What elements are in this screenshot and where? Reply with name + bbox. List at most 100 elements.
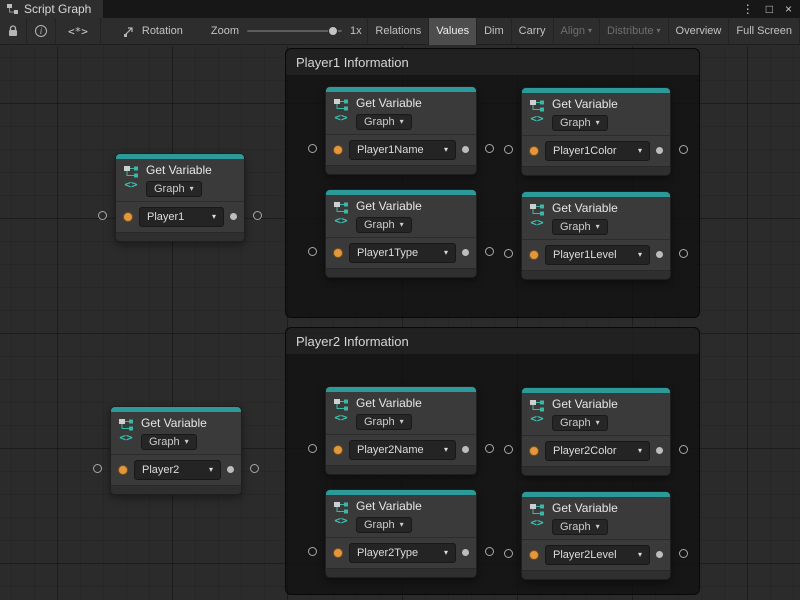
chevron-down-icon: ▾ <box>638 147 642 155</box>
node-get-variable-player2color[interactable]: <> Get Variable Graph ▾ Player2Color ▾ <box>521 387 671 476</box>
close-button[interactable]: × <box>785 0 792 18</box>
node-get-variable-player1[interactable]: <> Get Variable Graph ▾ Player1 ▾ <box>115 153 245 242</box>
chevron-down-icon: ▾ <box>444 549 448 557</box>
variable-dropdown[interactable]: Player2Color ▾ <box>545 441 650 461</box>
node-get-variable-player1level[interactable]: <> Get Variable Graph ▾ Player1Level ▾ <box>521 191 671 280</box>
node-title: Get Variable <box>552 502 618 516</box>
toolbar-button-values[interactable]: Values <box>429 18 477 45</box>
lock-button[interactable] <box>0 18 27 45</box>
maximize-button[interactable]: □ <box>766 0 773 18</box>
node-get-variable-player1type[interactable]: <> Get Variable Graph ▾ Player1Type ▾ <box>325 189 477 278</box>
graph-kind-dropdown[interactable]: Graph ▾ <box>356 217 412 233</box>
button-label: Align <box>561 25 585 37</box>
toolbar-button-align[interactable]: Align ▾ <box>554 18 600 45</box>
toolbar-button-fullscreen[interactable]: Full Screen <box>729 18 800 45</box>
output-port[interactable] <box>253 211 262 220</box>
graph-kind-dropdown[interactable]: Graph ▾ <box>141 434 197 450</box>
output-port[interactable] <box>485 247 494 256</box>
zoom-slider-knob[interactable] <box>328 26 338 36</box>
toolbar-button-overview[interactable]: Overview <box>669 18 730 45</box>
variable-dropdown[interactable]: Player1Level ▾ <box>545 245 650 265</box>
output-port[interactable] <box>679 249 688 258</box>
input-port[interactable] <box>308 144 317 153</box>
input-port[interactable] <box>93 464 102 473</box>
variable-dropdown[interactable]: Player2Level ▾ <box>545 545 650 565</box>
graph-toolbar: i <*> Rotation Zoom 1x Relations Values <box>0 18 800 45</box>
node-footer <box>326 165 476 174</box>
input-port[interactable] <box>308 547 317 556</box>
graph-kind-dropdown[interactable]: Graph ▾ <box>552 519 608 535</box>
graph-kind-dropdown[interactable]: Graph ▾ <box>356 114 412 130</box>
node-get-variable-player1color[interactable]: <> Get Variable Graph ▾ Player1Color ▾ <box>521 87 671 176</box>
node-footer <box>326 465 476 474</box>
zoom-slider[interactable] <box>247 30 342 32</box>
input-port[interactable] <box>504 145 513 154</box>
input-port[interactable] <box>504 549 513 558</box>
kind-label: Graph <box>560 417 591 429</box>
variable-dropdown[interactable]: Player2Type ▾ <box>349 543 456 563</box>
graph-kind-dropdown[interactable]: Graph ▾ <box>552 415 608 431</box>
script-graph-icon <box>6 3 19 15</box>
toolbar-button-distribute[interactable]: Distribute ▾ <box>600 18 668 45</box>
node-title: Get Variable <box>356 397 422 411</box>
input-port[interactable] <box>504 445 513 454</box>
graph-code-icon: <> <box>530 113 543 125</box>
rotation-icon <box>123 25 136 37</box>
graph-kind-dropdown[interactable]: Graph ▾ <box>356 517 412 533</box>
node-footer <box>522 570 670 579</box>
output-port[interactable] <box>679 445 688 454</box>
output-port[interactable] <box>250 464 259 473</box>
name-port-dot <box>529 446 539 456</box>
variable-dropdown[interactable]: Player2Name ▾ <box>349 440 456 460</box>
value-port-dot <box>462 146 469 153</box>
more-menu-button[interactable]: ⋮ <box>742 0 754 18</box>
input-port[interactable] <box>308 444 317 453</box>
variable-dropdown[interactable]: Player1Color ▾ <box>545 141 650 161</box>
toolbar-button-relations[interactable]: Relations <box>368 18 429 45</box>
kind-label: Graph <box>364 519 395 531</box>
graph-code-icon: <> <box>530 517 543 529</box>
rotation-control[interactable]: Rotation <box>123 25 183 37</box>
zoom-label: Zoom <box>211 25 239 37</box>
node-get-variable-player2type[interactable]: <> Get Variable Graph ▾ Player2Type ▾ <box>325 489 477 578</box>
variable-dropdown[interactable]: Player1Name ▾ <box>349 140 456 160</box>
chevron-down-icon: ▾ <box>596 119 600 127</box>
graph-kind-dropdown[interactable]: Graph ▾ <box>552 115 608 131</box>
node-get-variable-player2name[interactable]: <> Get Variable Graph ▾ Player2Name ▾ <box>325 386 477 475</box>
toolbar-button-carry[interactable]: Carry <box>512 18 554 45</box>
variable-dropdown[interactable]: Player2 ▾ <box>134 460 221 480</box>
output-port[interactable] <box>485 144 494 153</box>
node-footer <box>326 568 476 577</box>
name-port-dot <box>529 550 539 560</box>
group-header[interactable]: Player1 Information <box>286 49 699 76</box>
node-get-variable-player2level[interactable]: <> Get Variable Graph ▾ Player2Level ▾ <box>521 491 671 580</box>
name-port-dot <box>333 548 343 558</box>
node-title: Get Variable <box>552 202 618 216</box>
graph-canvas[interactable]: Player1 Information Player2 Information <box>0 46 800 600</box>
info-button[interactable]: i <box>27 18 56 45</box>
tab-script-graph[interactable]: Script Graph <box>0 0 103 18</box>
graph-code-icon: <> <box>119 432 132 444</box>
node-get-variable-player2[interactable]: <> Get Variable Graph ▾ Player2 ▾ <box>110 406 242 495</box>
output-port[interactable] <box>485 444 494 453</box>
variable-dropdown[interactable]: Player1 ▾ <box>139 207 224 227</box>
variable-dropdown[interactable]: Player1Type ▾ <box>349 243 456 263</box>
group-header[interactable]: Player2 Information <box>286 328 699 355</box>
output-port[interactable] <box>679 549 688 558</box>
graph-kind-dropdown[interactable]: Graph ▾ <box>356 414 412 430</box>
kind-label: Graph <box>149 436 180 448</box>
titlebar: Script Graph ⋮ □ × <box>0 0 800 18</box>
graph-kind-dropdown[interactable]: Graph ▾ <box>552 219 608 235</box>
code-toggle-button[interactable]: <*> <box>56 18 101 45</box>
input-port[interactable] <box>98 211 107 220</box>
output-port[interactable] <box>485 547 494 556</box>
toolbar-button-dim[interactable]: Dim <box>477 18 512 45</box>
graph-kind-dropdown[interactable]: Graph ▾ <box>146 181 202 197</box>
node-get-variable-player1name[interactable]: <> Get Variable Graph ▾ Player1Name ▾ <box>325 86 477 175</box>
info-icon: i <box>35 25 47 37</box>
output-port[interactable] <box>679 145 688 154</box>
input-port[interactable] <box>504 249 513 258</box>
chevron-down-icon: ▾ <box>657 27 661 35</box>
input-port[interactable] <box>308 247 317 256</box>
button-label: Full Screen <box>736 25 792 37</box>
